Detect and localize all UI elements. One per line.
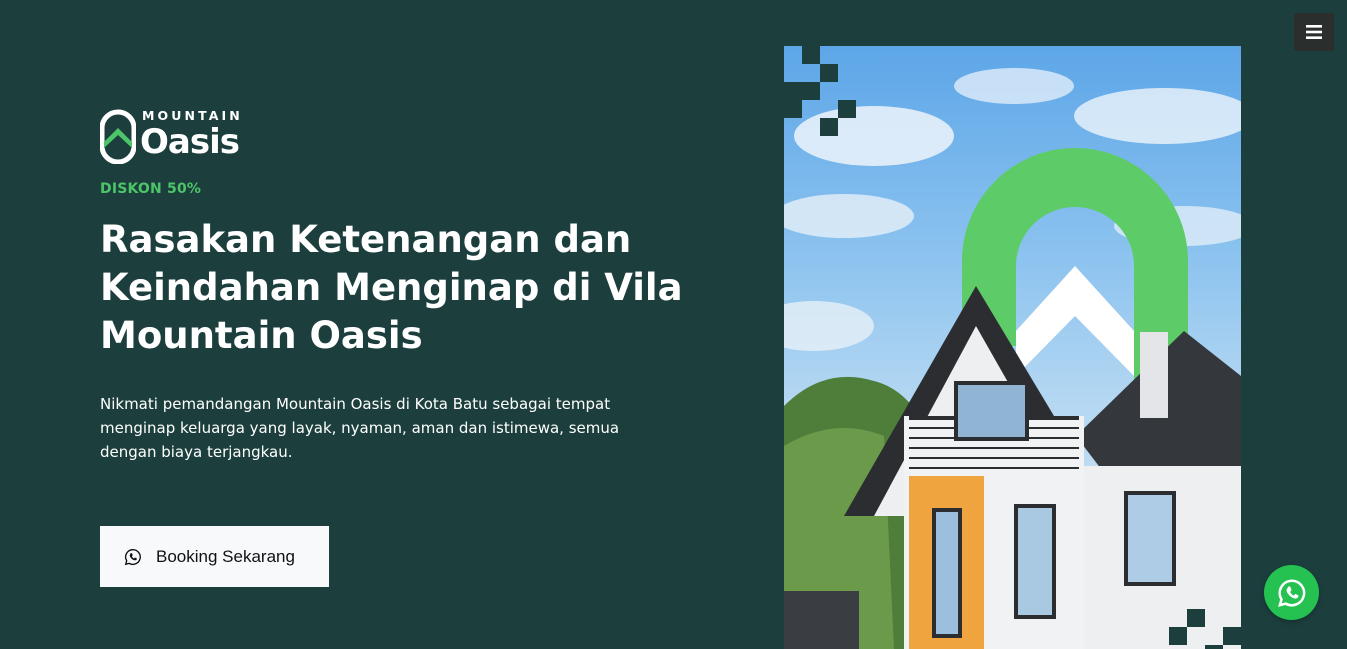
booking-button[interactable]: Booking Sekarang xyxy=(100,526,329,587)
hamburger-icon xyxy=(1306,25,1322,39)
hero-headline: Rasakan Ketenangan dan Keindahan Mengina… xyxy=(100,216,700,360)
whatsapp-float-button[interactable] xyxy=(1264,565,1319,620)
hero-description: Nikmati pemandangan Mountain Oasis di Ko… xyxy=(100,395,620,461)
headline-line-3: Mountain Oasis xyxy=(100,314,423,357)
whatsapp-icon xyxy=(124,548,142,566)
headline-line-1: Rasakan Ketenangan dan xyxy=(100,218,632,261)
logo-oasis-text: Oasis xyxy=(140,122,240,162)
menu-toggle-button[interactable] xyxy=(1294,13,1334,51)
hero-villa-image xyxy=(784,46,1241,649)
brand-logo[interactable]: MOUNTAIN Oasis xyxy=(100,108,252,164)
booking-button-label: Booking Sekarang xyxy=(156,546,295,566)
headline-line-2: Keindahan Menginap di Vila xyxy=(100,266,683,309)
logo-arch-icon xyxy=(100,109,136,164)
whatsapp-icon xyxy=(1277,578,1305,607)
logo-mountain-text: MOUNTAIN xyxy=(142,108,243,123)
discount-badge: DISKON 50% xyxy=(100,181,202,197)
